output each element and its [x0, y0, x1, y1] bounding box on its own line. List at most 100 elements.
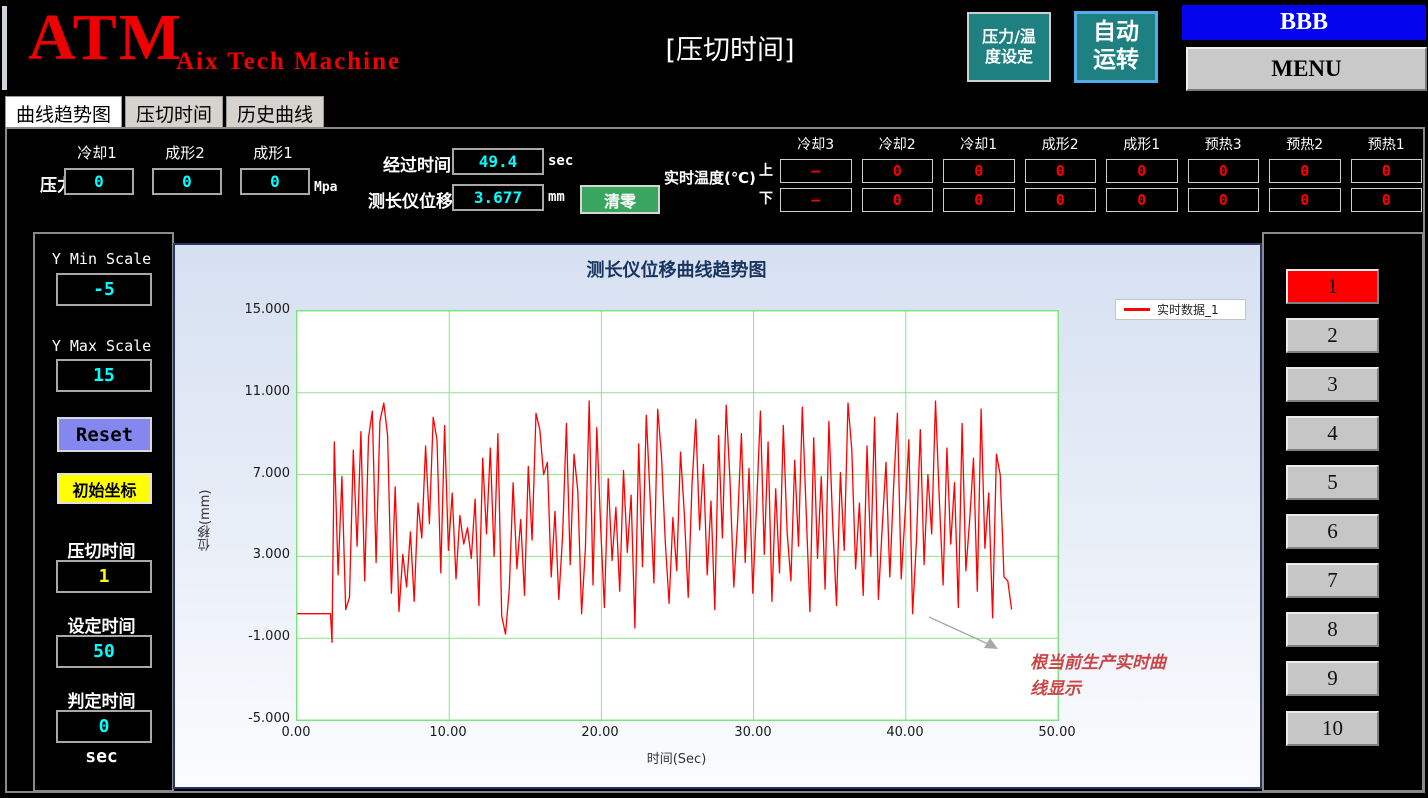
y-tick-label: 3.000 [216, 547, 290, 562]
cut-time-label: 压切时间 [33, 537, 170, 562]
auto-run-label-line2: 运转 [1093, 47, 1139, 75]
pressure-temp-settings-button[interactable]: 压力/温 度设定 [967, 12, 1051, 82]
chart-annotation-line2: 线显示 [1030, 676, 1200, 702]
temp-upper-cell: 0 [1106, 159, 1178, 183]
temp-col-header: 冷却1 [943, 134, 1015, 154]
pressure-col-header: 成形1 [240, 142, 306, 163]
x-axis-title: 时间(Sec) [296, 748, 1057, 767]
x-tick-label: 50.00 [1022, 725, 1092, 740]
x-tick-label: 20.00 [565, 725, 635, 740]
temp-lower-cell: 0 [862, 188, 934, 212]
clear-zero-button[interactable]: 清零 [580, 185, 660, 214]
tab-history-curve[interactable]: 历史曲线 [226, 96, 324, 127]
pressure-col-header: 成形2 [152, 142, 218, 163]
legend-series-label: 实时数据_1 [1157, 301, 1219, 318]
temp-row-upper-label: 上 [759, 160, 773, 180]
judge-time-label: 判定时间 [33, 687, 170, 712]
temp-upper-cell: 0 [1351, 159, 1423, 183]
y-max-scale-input[interactable]: 15 [56, 359, 152, 392]
pressure-temp-settings-label-line2: 度设定 [985, 47, 1033, 67]
page-title: [压切时间] [620, 28, 840, 67]
temp-upper-cell: 0 [1025, 159, 1097, 183]
temp-col-header: 预热2 [1269, 134, 1341, 154]
temp-col-header: 预热3 [1188, 134, 1260, 154]
chart-title: 测长仪位移曲线趋势图 [296, 256, 1057, 282]
temp-col-header: 预热1 [1351, 134, 1423, 154]
auto-run-button[interactable]: 自动 运转 [1074, 11, 1158, 83]
pressure-temp-settings-label-line1: 压力/温 [982, 27, 1036, 47]
y-tick-label: 15.000 [216, 302, 290, 317]
y-tick-label: 7.000 [216, 466, 290, 481]
selector-button-4[interactable]: 4 [1286, 416, 1379, 451]
selector-button-7[interactable]: 7 [1286, 563, 1379, 598]
selector-button-1[interactable]: 1 [1286, 269, 1379, 304]
temp-lower-cell: 0 [943, 188, 1015, 212]
displacement-label: 测长仪位移 [368, 187, 453, 212]
temp-lower-cell: 0 [1106, 188, 1178, 212]
x-tick-label: 40.00 [870, 725, 940, 740]
pressure-value-cooling1: 0 [64, 168, 134, 195]
bbb-indicator: BBB [1182, 5, 1426, 40]
set-time-value[interactable]: 50 [56, 635, 152, 668]
temp-lower-cell: 0 [1269, 188, 1341, 212]
temp-row-lower-label: 下 [759, 188, 773, 208]
temp-lower-cell: — [780, 188, 852, 212]
elapsed-time-unit: sec [548, 153, 573, 169]
chart-annotation-line1: 根当前生产实时曲 [1030, 650, 1200, 676]
menu-button[interactable]: MENU [1186, 47, 1427, 91]
pressure-value-forming1: 0 [240, 168, 310, 195]
temp-upper-cell: 0 [943, 159, 1015, 183]
selector-button-3[interactable]: 3 [1286, 367, 1379, 402]
tab-bar: 曲线趋势图 压切时间 历史曲线 [5, 96, 324, 127]
set-time-label: 设定时间 [33, 612, 170, 637]
y-min-scale-input[interactable]: -5 [56, 273, 152, 306]
app-logo-subtitle: Aix Tech Machine [176, 48, 401, 76]
auto-run-label-line1: 自动 [1093, 19, 1139, 47]
displacement-value: 3.677 [452, 184, 544, 211]
chart-legend: 实时数据_1 [1115, 299, 1246, 320]
reset-button[interactable]: Reset [57, 417, 152, 452]
temp-upper-cell: 0 [1269, 159, 1341, 183]
pressure-col-header: 冷却1 [64, 142, 130, 163]
window-edge-stripe [2, 6, 7, 90]
temp-upper-cell: 0 [1188, 159, 1260, 183]
x-tick-label: 30.00 [718, 725, 788, 740]
temp-col-header: 冷却3 [780, 134, 852, 154]
y-min-scale-label: Y Min Scale [33, 250, 170, 268]
legend-line-swatch [1124, 308, 1150, 311]
realtime-temp-label: 实时温度(℃) [664, 167, 756, 188]
selector-button-10[interactable]: 10 [1286, 711, 1379, 746]
pressure-unit: Mpa [314, 180, 337, 195]
temp-col-header: 冷却2 [862, 134, 934, 154]
plot-area [296, 310, 1059, 721]
app-logo: ATM [28, 0, 183, 76]
selector-button-2[interactable]: 2 [1286, 318, 1379, 353]
x-tick-label: 10.00 [413, 725, 483, 740]
pressure-value-forming2: 0 [152, 168, 222, 195]
sec-unit-label: sec [33, 746, 170, 767]
y-tick-label: -1.000 [216, 629, 290, 644]
right-selector-panel [1262, 232, 1424, 792]
selector-button-5[interactable]: 5 [1286, 465, 1379, 500]
temp-col-header: 成形2 [1025, 134, 1097, 154]
elapsed-time-label: 经过时间 [383, 151, 451, 176]
selector-button-6[interactable]: 6 [1286, 514, 1379, 549]
y-axis-title: 位移(mm) [196, 455, 215, 585]
y-tick-label: 11.000 [216, 384, 290, 399]
y-tick-label: -5.000 [216, 711, 290, 726]
elapsed-time-value: 49.4 [452, 148, 544, 175]
tab-trend-chart[interactable]: 曲线趋势图 [5, 96, 122, 127]
displacement-unit: mm [548, 189, 565, 205]
initial-coordinates-button[interactable]: 初始坐标 [57, 473, 152, 504]
temp-lower-cell: 0 [1025, 188, 1097, 212]
temp-lower-cell: 0 [1188, 188, 1260, 212]
judge-time-value[interactable]: 0 [56, 710, 152, 743]
selector-button-9[interactable]: 9 [1286, 661, 1379, 696]
selector-button-8[interactable]: 8 [1286, 612, 1379, 647]
cut-time-value[interactable]: 1 [56, 560, 152, 593]
temp-lower-cell: 0 [1351, 188, 1423, 212]
temp-upper-cell: — [780, 159, 852, 183]
temp-col-header: 成形1 [1106, 134, 1178, 154]
y-max-scale-label: Y Max Scale [33, 337, 170, 355]
tab-cut-time[interactable]: 压切时间 [125, 96, 223, 127]
